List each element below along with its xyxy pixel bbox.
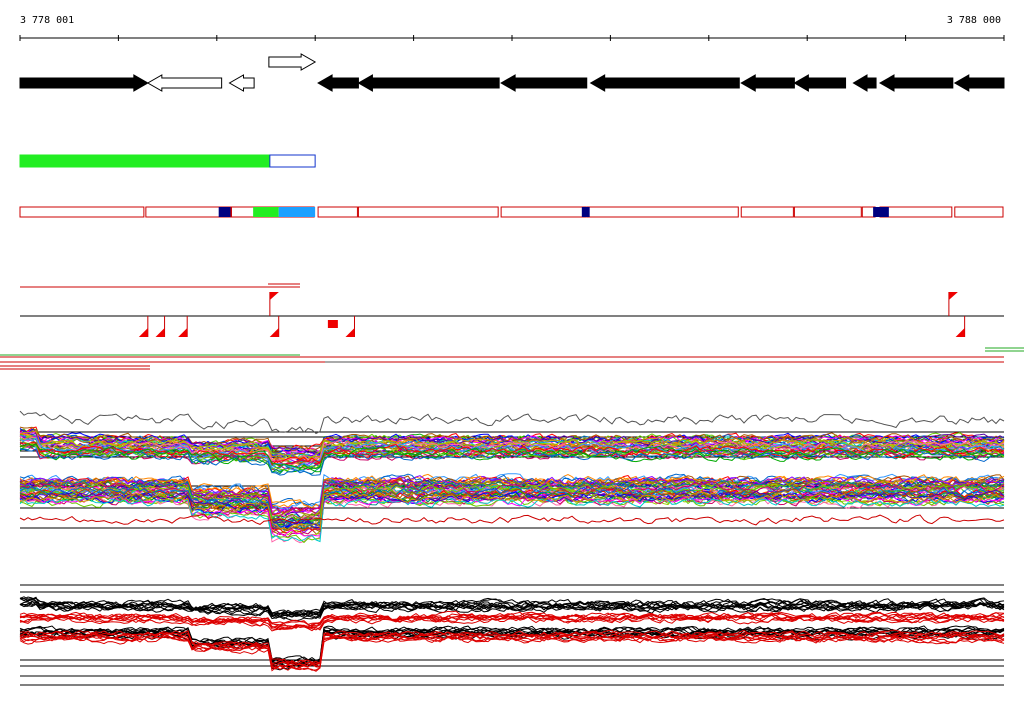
transcription-start-track — [0, 283, 1024, 370]
tss-flag — [178, 328, 188, 337]
gene-arrow-ywmA — [268, 53, 317, 71]
gene-arrow-ywmB — [146, 74, 223, 92]
gene-arrow-murAA — [19, 74, 149, 92]
gene-arrow-atpC — [317, 74, 359, 92]
position-ruler — [19, 35, 1005, 41]
gene-arrow-atpA — [589, 74, 740, 92]
expression-profile-line — [19, 410, 1005, 435]
annot-box-atpB — [879, 206, 953, 218]
annot-box-atpD — [357, 206, 499, 218]
gene-arrow-atpB — [878, 74, 954, 92]
tss-flag — [955, 328, 965, 337]
tss-flag — [269, 328, 279, 337]
coord-start-label: 3 778 001 — [20, 15, 74, 26]
gene-arrow-atpD — [357, 74, 500, 92]
segment-bar-S1420 — [19, 154, 271, 168]
gene-arrow-atpH — [740, 74, 795, 92]
tss-flag — [155, 328, 165, 337]
coord-end-label: 3 788 000 — [947, 15, 1001, 26]
annot-box-atpC — [317, 206, 358, 218]
gene-arrow-atpG — [500, 74, 588, 92]
gene-arrow-ywzB — [228, 74, 255, 92]
gene-arrow-track — [19, 53, 1005, 92]
tss-marker — [327, 320, 338, 328]
annot-mark — [873, 207, 889, 217]
annotation-box-track — [19, 206, 1004, 218]
tss-flag — [345, 328, 355, 337]
annot-box-atpA — [586, 206, 739, 218]
tss-flag — [269, 292, 279, 300]
gene-arrow-atpI — [953, 74, 1005, 92]
annot-box-atpH — [740, 206, 794, 218]
annot-mark — [218, 207, 231, 217]
segment-track — [19, 154, 316, 168]
annot-box-atpF — [793, 206, 862, 218]
gene-arrow-atpE — [852, 74, 877, 92]
annot-mark — [581, 207, 590, 217]
tss-flag — [138, 328, 148, 337]
tss-flag — [948, 292, 958, 300]
genome-browser-figure: 3 778 001 3 788 000 — [0, 15, 1024, 686]
segment-bar-ywmA — [269, 154, 316, 168]
expression-profile-panel-top — [19, 410, 1005, 544]
annot-mark — [253, 207, 279, 217]
expression-profile-line — [19, 496, 1005, 544]
expression-profile-panel-bottom — [19, 584, 1005, 686]
expression-profile-line — [19, 513, 1005, 526]
expression-profile-line — [19, 635, 1005, 672]
annot-box-ywmB — [145, 206, 231, 218]
annot-box-murAA — [19, 206, 145, 218]
gene-arrow-atpF — [793, 74, 847, 92]
annot-mark — [278, 207, 316, 217]
annot-box-atpG — [500, 206, 587, 218]
annot-box-atpI — [954, 206, 1004, 218]
